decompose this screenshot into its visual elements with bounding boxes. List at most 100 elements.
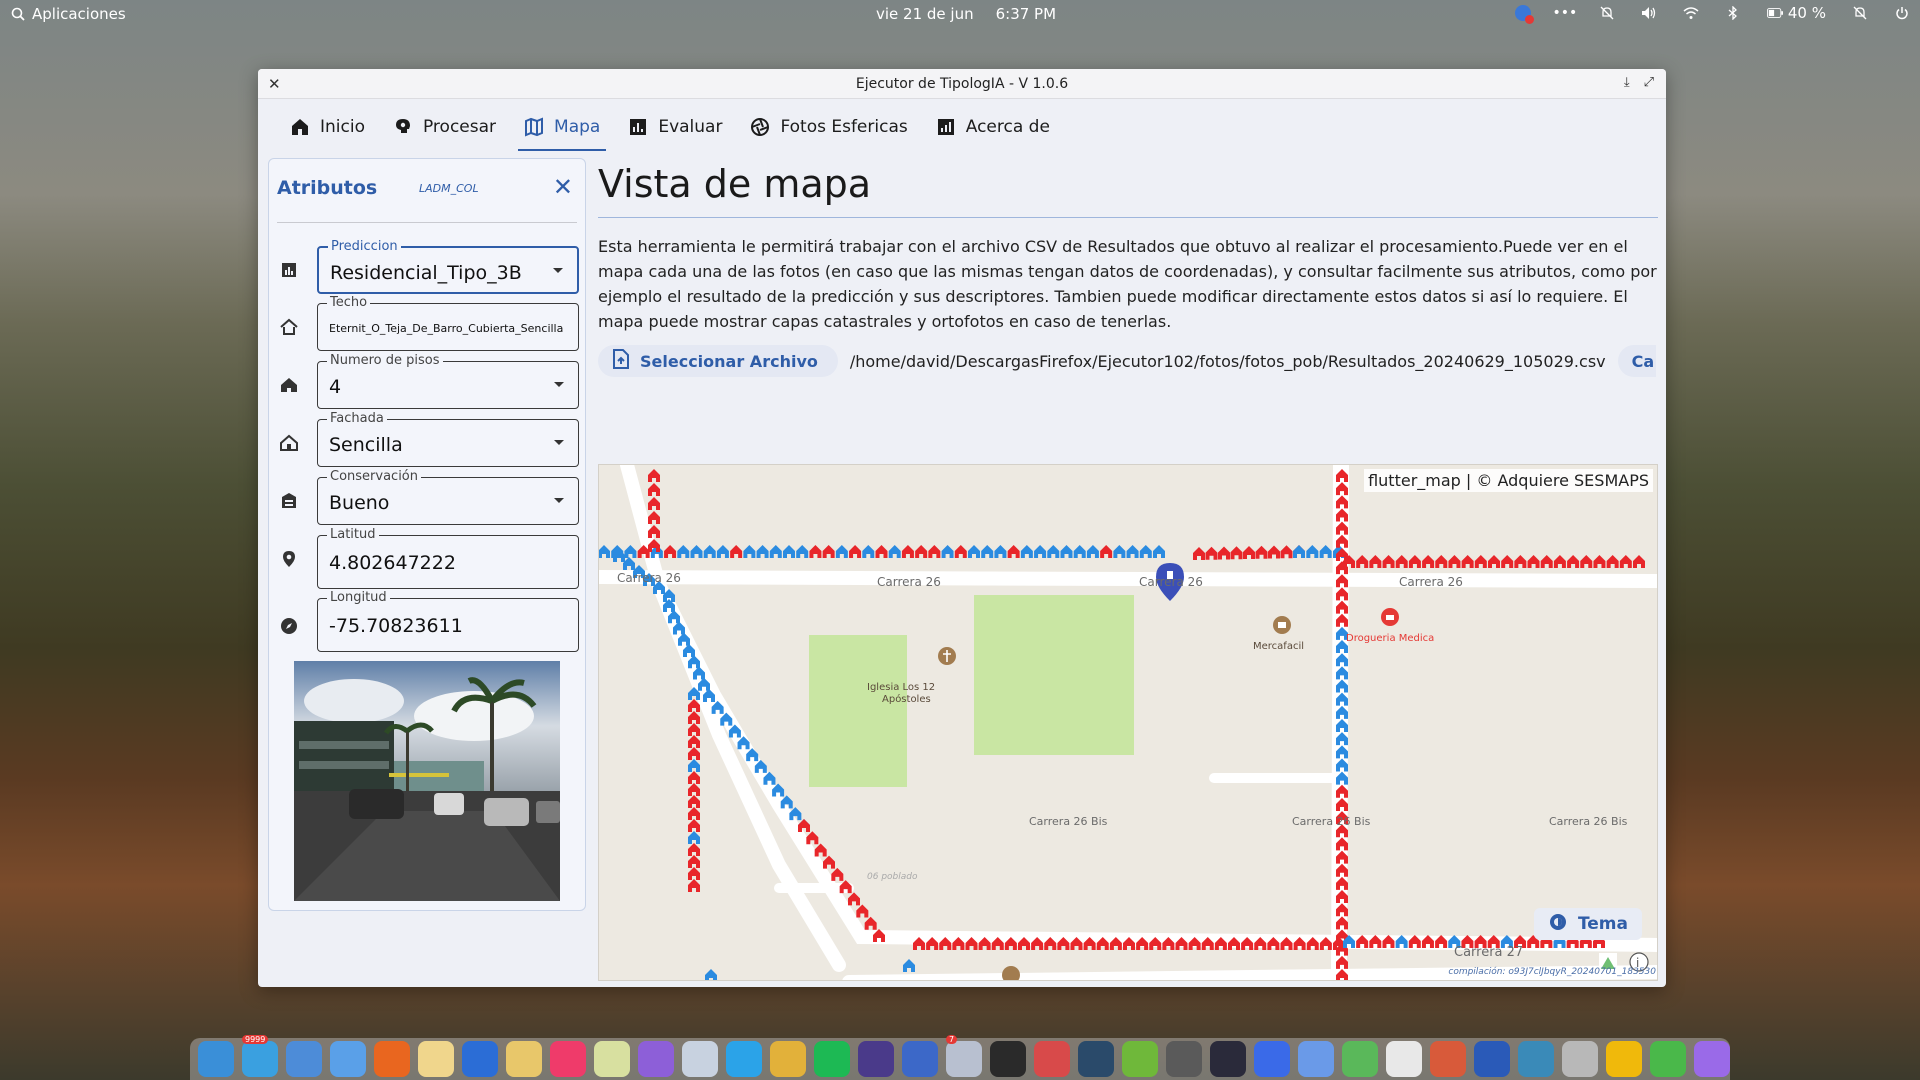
tab-procesar[interactable]: Procesar [383, 99, 506, 154]
dock-firefox-icon[interactable] [374, 1041, 410, 1077]
map-view[interactable]: Carrera 26 Carrera 26 Carrera 26 Carrera… [598, 464, 1658, 981]
prediccion-dropdown[interactable]: Prediccion Residencial_Tipo_3B [317, 239, 579, 294]
house-marker[interactable] [599, 545, 610, 558]
dock-photos-icon[interactable] [638, 1041, 674, 1077]
house-marker[interactable] [688, 843, 700, 856]
house-marker[interactable] [1047, 545, 1060, 558]
dock-store-icon[interactable]: 7 [946, 1035, 982, 1077]
house-marker[interactable] [648, 497, 660, 510]
house-marker[interactable] [688, 795, 700, 808]
apps-menu[interactable]: Aplicaciones [10, 5, 126, 23]
house-marker[interactable] [1567, 555, 1580, 568]
house-marker[interactable] [856, 904, 869, 918]
tab-inicio[interactable]: Inicio [280, 99, 375, 154]
dock-finder-icon[interactable] [198, 1041, 234, 1077]
house-marker[interactable] [1268, 545, 1280, 559]
dock-qgis-icon[interactable] [1122, 1041, 1158, 1077]
house-marker[interactable] [1606, 555, 1619, 568]
house-marker[interactable] [1488, 555, 1500, 568]
house-marker[interactable] [1139, 545, 1152, 558]
house-marker[interactable] [1255, 545, 1268, 559]
latitud-input[interactable]: Latitud 4.802647222 [317, 527, 579, 589]
house-marker[interactable] [1461, 555, 1474, 568]
house-marker[interactable] [1073, 545, 1086, 558]
house-marker[interactable] [835, 545, 848, 558]
house-marker[interactable] [1382, 555, 1395, 568]
dock-terminal-icon[interactable] [990, 1041, 1026, 1077]
house-marker[interactable] [1501, 555, 1514, 568]
house-marker[interactable] [1086, 545, 1099, 558]
house-marker[interactable] [688, 879, 700, 892]
house-marker[interactable] [1293, 545, 1305, 558]
house-marker[interactable] [1369, 555, 1382, 568]
house-marker[interactable] [1408, 555, 1421, 568]
dock-scissors-icon[interactable] [1034, 1041, 1070, 1077]
dock-writer-icon[interactable] [462, 1041, 498, 1077]
house-marker[interactable] [915, 545, 928, 558]
house-marker[interactable] [648, 483, 660, 496]
battery-indicator[interactable]: 40 % [1766, 4, 1826, 22]
mercafacil-poi-icon[interactable] [1273, 616, 1291, 634]
house-marker[interactable] [1435, 555, 1448, 568]
house-marker[interactable] [688, 759, 700, 772]
house-marker[interactable] [864, 916, 877, 930]
house-marker[interactable] [1474, 555, 1487, 568]
tab-mapa[interactable]: Mapa [514, 99, 610, 154]
house-marker[interactable] [831, 867, 844, 881]
house-marker[interactable] [1113, 545, 1126, 558]
dock-game-icon[interactable] [1166, 1041, 1202, 1077]
dock-settings-icon[interactable] [682, 1041, 718, 1077]
house-marker[interactable] [1633, 555, 1645, 568]
techo-input[interactable]: Techo Eternit_O_Teja_De_Barro_Cubierta_S… [317, 295, 579, 351]
window-maximize-icon[interactable]: ⤢ [1644, 75, 1654, 90]
dock-camera-icon[interactable] [1562, 1041, 1598, 1077]
dock-binance-icon[interactable] [1606, 1041, 1642, 1077]
house-marker[interactable] [954, 545, 967, 558]
house-marker[interactable] [928, 545, 941, 558]
house-marker[interactable] [688, 723, 700, 736]
window-titlebar[interactable]: ✕ Ejecutor de TipologIA - V 1.0.6 ⤓ ⤢ [258, 69, 1666, 99]
dock-window-icon[interactable] [1474, 1041, 1510, 1077]
house-marker[interactable] [705, 969, 717, 981]
dock-gauge-icon[interactable] [1518, 1041, 1554, 1077]
house-marker[interactable] [806, 831, 819, 845]
house-marker[interactable] [1422, 555, 1435, 568]
house-marker[interactable] [1448, 555, 1461, 568]
house-marker[interactable] [796, 545, 809, 558]
house-marker[interactable] [875, 545, 888, 558]
house-marker[interactable] [814, 843, 827, 857]
dock-vscode-icon[interactable] [902, 1041, 938, 1077]
tab-acerca-de[interactable]: Acerca de [926, 99, 1060, 154]
dock-spotify-icon[interactable] [814, 1041, 850, 1077]
house-marker[interactable] [862, 545, 875, 558]
house-marker[interactable] [903, 959, 915, 972]
house-marker[interactable] [730, 545, 743, 558]
house-marker[interactable] [823, 855, 835, 869]
house-marker[interactable] [716, 545, 729, 558]
house-marker[interactable] [968, 545, 980, 558]
cut-off-button[interactable]: Ca [1617, 345, 1656, 377]
dock-sync-icon[interactable] [726, 1041, 762, 1077]
house-marker[interactable] [648, 511, 660, 524]
house-marker[interactable] [1540, 555, 1553, 568]
house-marker[interactable] [994, 545, 1007, 558]
house-marker[interactable] [1230, 546, 1243, 560]
house-marker[interactable] [1514, 555, 1527, 568]
house-marker[interactable] [756, 545, 769, 558]
do-not-disturb-icon[interactable] [1852, 5, 1868, 21]
fachada-dropdown[interactable]: Fachada Sencilla [317, 411, 579, 467]
dock-star-icon[interactable] [1694, 1041, 1730, 1077]
dock-chrome-icon[interactable] [770, 1041, 806, 1077]
house-marker[interactable] [703, 545, 716, 558]
house-marker[interactable] [798, 819, 810, 832]
dock-media-icon[interactable] [858, 1041, 894, 1077]
house-marker[interactable] [1319, 545, 1332, 558]
wifi-icon[interactable] [1683, 5, 1699, 21]
house-marker[interactable] [1060, 545, 1073, 558]
numero-pisos-dropdown[interactable]: Numero de pisos 4 [317, 353, 579, 409]
tab-evaluar[interactable]: Evaluar [618, 99, 732, 154]
dock-tasks-icon[interactable] [550, 1041, 586, 1077]
house-marker[interactable] [688, 831, 700, 844]
house-marker[interactable] [1218, 546, 1230, 560]
dock-mail-icon[interactable]: 9999 [242, 1035, 278, 1077]
